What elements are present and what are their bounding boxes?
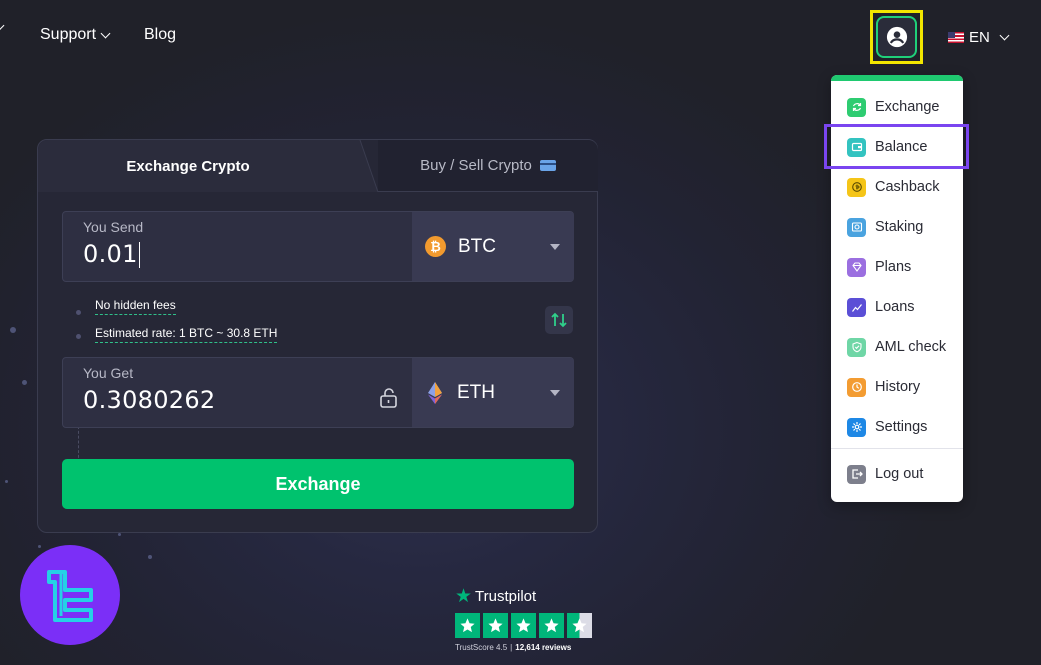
half-star-icon [567,613,592,638]
user-account-button[interactable] [876,16,917,58]
review-count: 12,614 reviews [515,643,572,652]
diamond-icon [847,257,866,277]
menu-item-label: Log out [875,466,924,482]
send-amount-value: 0.01 [83,240,138,268]
get-currency-select[interactable]: ETH [412,358,574,427]
get-amount-value: 0.3080262 [83,386,216,414]
language-label: EN [969,29,990,46]
tab-exchange-label: Exchange Crypto [126,157,250,175]
menu-item-history[interactable]: History [831,370,963,404]
menu-item-settings[interactable]: Settings [831,410,963,444]
star-icon [483,613,508,638]
menu-item-label: AML check [875,339,947,355]
chevron-down-icon [0,20,5,31]
info-dot [76,334,81,339]
chevron-down-icon [999,30,1010,41]
menu-item-plans[interactable]: Plans [831,250,963,284]
exchange-icon [847,97,866,117]
chevron-down-icon [100,28,111,38]
menu-accent-bar [831,75,963,81]
staking-icon [847,217,866,237]
exchange-widget: Exchange Crypto Buy / Sell Crypto You Se… [37,139,598,533]
gear-icon [847,417,866,437]
unlock-icon[interactable] [379,387,399,409]
exchange-button[interactable]: Exchange [62,459,574,509]
menu-item-label: Loans [875,299,915,315]
star-icon [455,613,480,638]
tab-buy-sell-crypto[interactable]: Buy / Sell Crypto [378,140,598,192]
menu-item-loans[interactable]: Loans [831,290,963,324]
credit-card-icon [539,160,556,171]
send-label: You Send [83,219,144,235]
no-hidden-fees-link[interactable]: No hidden fees [95,298,176,315]
nav-support-label: Support [40,26,97,43]
language-selector[interactable]: EN [948,29,1010,46]
bitcoin-icon: ₿ [425,236,446,257]
send-field: You Send 0.01 ₿ BTC [62,211,574,282]
menu-item-label: History [875,379,921,395]
nav-blog-label: Blog [144,26,177,43]
get-currency-label: ETH [457,381,495,403]
send-amount-input[interactable]: 0.01 [83,240,141,268]
menu-item-label: Cashback [875,179,940,195]
caret-down-icon [550,244,560,250]
menu-divider [831,448,963,449]
menu-item-label: Settings [875,419,928,435]
send-currency-select[interactable]: ₿ BTC [412,212,574,281]
menu-item-exchange[interactable]: Exchange [831,90,963,124]
trustpilot-stars [455,613,595,638]
send-currency-label: BTC [458,235,496,257]
trustscore: TrustScore 4.5 [455,643,508,652]
brand-logo [20,545,120,645]
user-icon [886,26,907,48]
menu-item-cashback[interactable]: Cashback [831,170,963,204]
menu-item-logout[interactable]: Log out [831,457,963,491]
star-icon [539,613,564,638]
menu-item-aml-check[interactable]: AML check [831,330,963,364]
nav-dropdown-cut[interactable] [0,20,5,31]
trustpilot-brand: Trustpilot [475,588,537,605]
us-flag-icon [948,32,964,43]
cashback-icon [847,177,866,197]
text-cursor [138,242,141,268]
top-nav: Support Blog EN [0,0,1041,75]
menu-item-label: Staking [875,219,924,235]
chart-icon [847,297,866,317]
menu-item-label: Plans [875,259,912,275]
get-field: You Get 0.3080262 ETH [62,357,574,428]
info-dot [76,310,81,315]
logout-icon [847,464,866,484]
nav-blog[interactable]: Blog [144,26,176,44]
estimated-rate-text[interactable]: Estimated rate: 1 BTC ~ 30.8 ETH [95,326,278,343]
tab-exchange-crypto[interactable]: Exchange Crypto [38,140,338,192]
tab-buy-sell-label: Buy / Sell Crypto [420,157,532,174]
shield-icon [847,337,866,357]
trustpilot-widget[interactable]: ★ Trustpilot TrustScore 4.5 | 12,614 rev… [455,585,595,652]
menu-item-label: Exchange [875,99,940,115]
balance-highlight [824,124,969,169]
star-icon [511,613,536,638]
menu-item-staking[interactable]: Staking [831,210,963,244]
tab-divider [320,140,379,192]
ethereum-icon [428,381,442,404]
get-label: You Get [83,365,134,381]
trustpilot-footer: TrustScore 4.5 | 12,614 reviews [455,643,572,652]
swap-currencies-button[interactable] [545,306,573,334]
swap-arrows-icon [551,312,567,328]
star-icon: ★ [455,586,473,607]
history-icon [847,377,866,397]
caret-down-icon [550,390,560,396]
nav-support[interactable]: Support [40,26,111,44]
tc-logo-icon [47,570,93,622]
